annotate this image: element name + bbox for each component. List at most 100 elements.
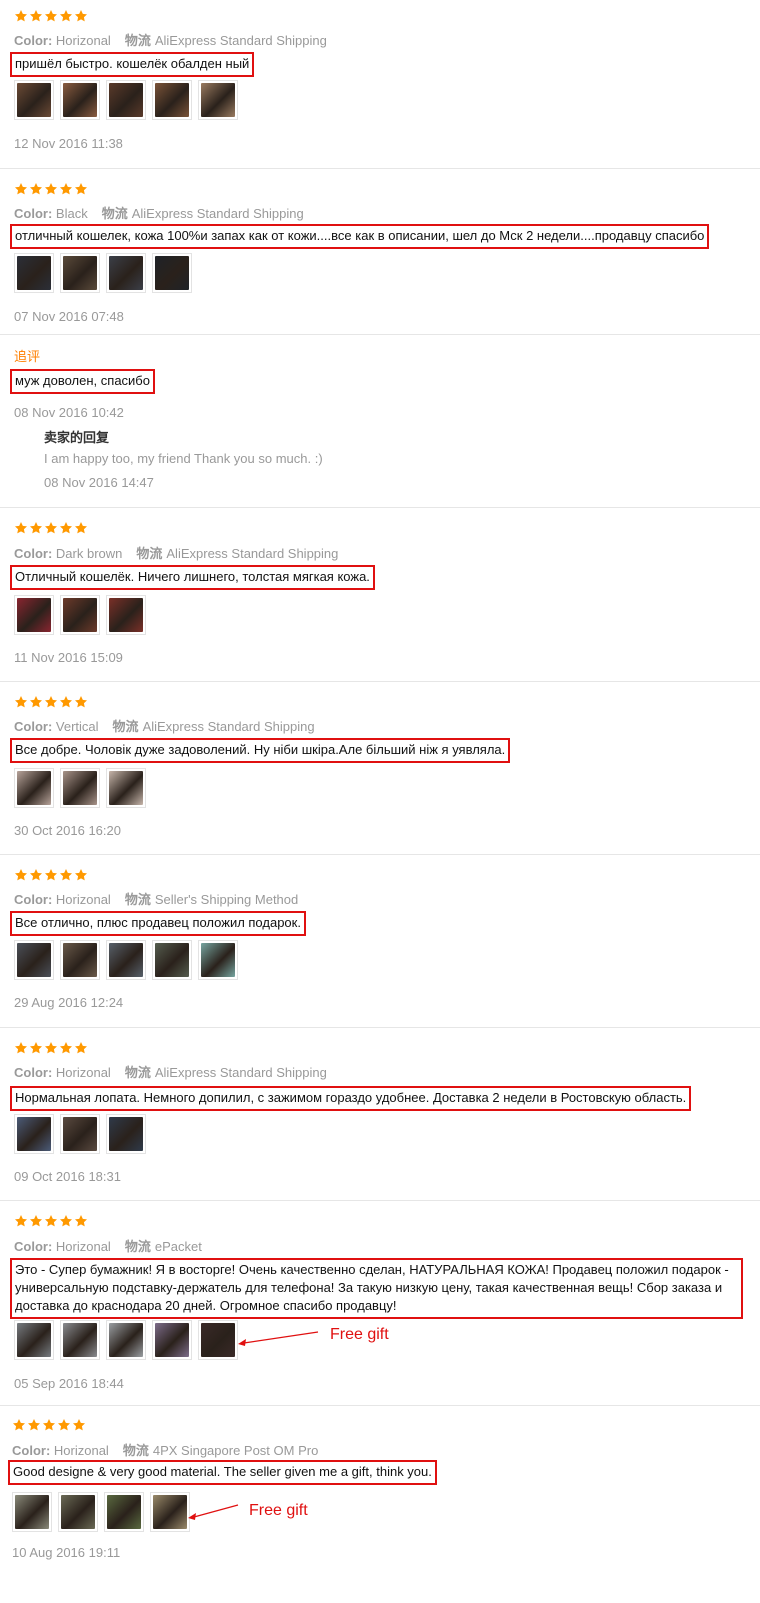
review-comment: Отличный кошелёк. Ничего лишнего, толста… (10, 565, 375, 590)
photo-thumbnail[interactable] (106, 253, 146, 293)
photo-image (63, 771, 97, 805)
star-icon (29, 521, 43, 535)
star-icon (74, 182, 88, 196)
photo-image (109, 256, 143, 290)
photo-image (17, 1117, 51, 1151)
color-label: Color: (14, 33, 53, 48)
photo-image (155, 943, 189, 977)
star-icon (74, 1214, 88, 1228)
color-label: Color: (12, 1443, 51, 1458)
review-comment: пришёл быстро. кошелёк обалден ный (10, 52, 255, 77)
seller-reply-title: 卖家的回复 (44, 430, 110, 445)
star-icon (74, 1041, 88, 1055)
photo-thumbnail[interactable] (60, 768, 100, 808)
photo-thumbnail[interactable] (14, 595, 54, 635)
review-date: 29 Aug 2016 12:24 (14, 995, 124, 1010)
photo-thumbnail[interactable] (106, 1114, 146, 1154)
star-icon (12, 1418, 26, 1432)
photo-thumbnail[interactable] (60, 253, 100, 293)
review-date: 09 Oct 2016 18:31 (14, 1169, 121, 1184)
review-meta: Color: Dark brown 物流 AliExpress Standard S… (14, 543, 338, 561)
star-icon (14, 521, 28, 535)
photo-image (201, 83, 235, 117)
color-value: Horizonal (55, 892, 111, 907)
photo-thumbnail[interactable] (60, 940, 100, 980)
star-icon (14, 9, 28, 23)
review-date: 12 Nov 2016 11:38 (14, 136, 123, 151)
star-icon (44, 868, 58, 882)
color-value: Horizonal (55, 33, 111, 48)
photo-image (17, 771, 51, 805)
review-photos (14, 80, 238, 120)
star-icon (14, 1041, 28, 1055)
star-icon (29, 1041, 43, 1055)
photo-image (155, 256, 189, 290)
annotation-arrow-icon (188, 1504, 239, 1520)
logistics-label: 物流 (101, 206, 128, 221)
photo-thumbnail[interactable] (14, 80, 54, 120)
photo-image (63, 943, 97, 977)
star-icon (59, 868, 73, 882)
review-photos (14, 940, 238, 980)
star-icon (29, 695, 43, 709)
review-meta: Color: Horizonal 物流 Seller's Shipping Meth… (14, 889, 298, 907)
review-meta: Color: Horizonal 物流 4PX Singapore Post OM … (12, 1440, 318, 1458)
photo-thumbnail[interactable] (60, 595, 100, 635)
photo-thumbnail[interactable] (106, 768, 146, 808)
photo-thumbnail[interactable] (60, 80, 100, 120)
photo-image (109, 943, 143, 977)
photo-thumbnail[interactable] (14, 253, 54, 293)
logistics-label: 物流 (112, 719, 139, 734)
star-icon (27, 1418, 41, 1432)
star-rating (14, 9, 88, 25)
color-value: Horizonal (55, 1065, 111, 1080)
photo-thumbnail[interactable] (14, 1114, 54, 1154)
photo-image (17, 943, 51, 977)
review-photos (14, 1114, 146, 1154)
logistics-label: 物流 (122, 1443, 149, 1458)
star-icon (44, 521, 58, 535)
color-value: Horizonal (53, 1443, 109, 1458)
photo-thumbnail[interactable] (60, 1114, 100, 1154)
star-icon (44, 182, 58, 196)
star-icon (29, 182, 43, 196)
shipping-method: AliExpress Standard Shipping (154, 33, 327, 48)
photo-image (17, 83, 51, 117)
photo-thumbnail[interactable] (14, 940, 54, 980)
photo-image (109, 83, 143, 117)
star-rating (14, 1214, 88, 1230)
star-rating (14, 1041, 88, 1057)
star-icon (14, 868, 28, 882)
photo-thumbnail[interactable] (198, 940, 238, 980)
review-comment: Все добре. Чоловік дуже задоволений. Ну … (10, 738, 511, 763)
photo-thumbnail[interactable] (152, 253, 192, 293)
star-icon (74, 868, 88, 882)
photo-image (109, 1117, 143, 1151)
star-icon (29, 1214, 43, 1228)
star-icon (59, 695, 73, 709)
photo-thumbnail[interactable] (152, 940, 192, 980)
star-icon (14, 182, 28, 196)
color-value: Black (55, 206, 88, 221)
photo-image (17, 598, 51, 632)
color-label: Color: (14, 892, 53, 907)
photo-image (63, 83, 97, 117)
photo-thumbnail[interactable] (152, 80, 192, 120)
photo-image (109, 598, 143, 632)
review-date: 11 Nov 2016 15:09 (14, 650, 123, 665)
review-date: 07 Nov 2016 07:48 (14, 309, 124, 324)
photo-thumbnail[interactable] (106, 940, 146, 980)
star-icon (59, 1041, 73, 1055)
photo-thumbnail[interactable] (14, 768, 54, 808)
star-icon (29, 868, 43, 882)
review-divider (0, 507, 760, 508)
photo-thumbnail[interactable] (198, 80, 238, 120)
review-divider (0, 168, 760, 169)
seller-reply-text: I am happy too, my friend Thank you so m… (44, 451, 323, 466)
review-photos (14, 768, 146, 808)
photo-thumbnail[interactable] (106, 80, 146, 120)
star-rating (14, 521, 88, 537)
photo-thumbnail[interactable] (106, 595, 146, 635)
star-icon (29, 9, 43, 23)
shipping-method: AliExpress Standard Shipping (166, 546, 339, 561)
